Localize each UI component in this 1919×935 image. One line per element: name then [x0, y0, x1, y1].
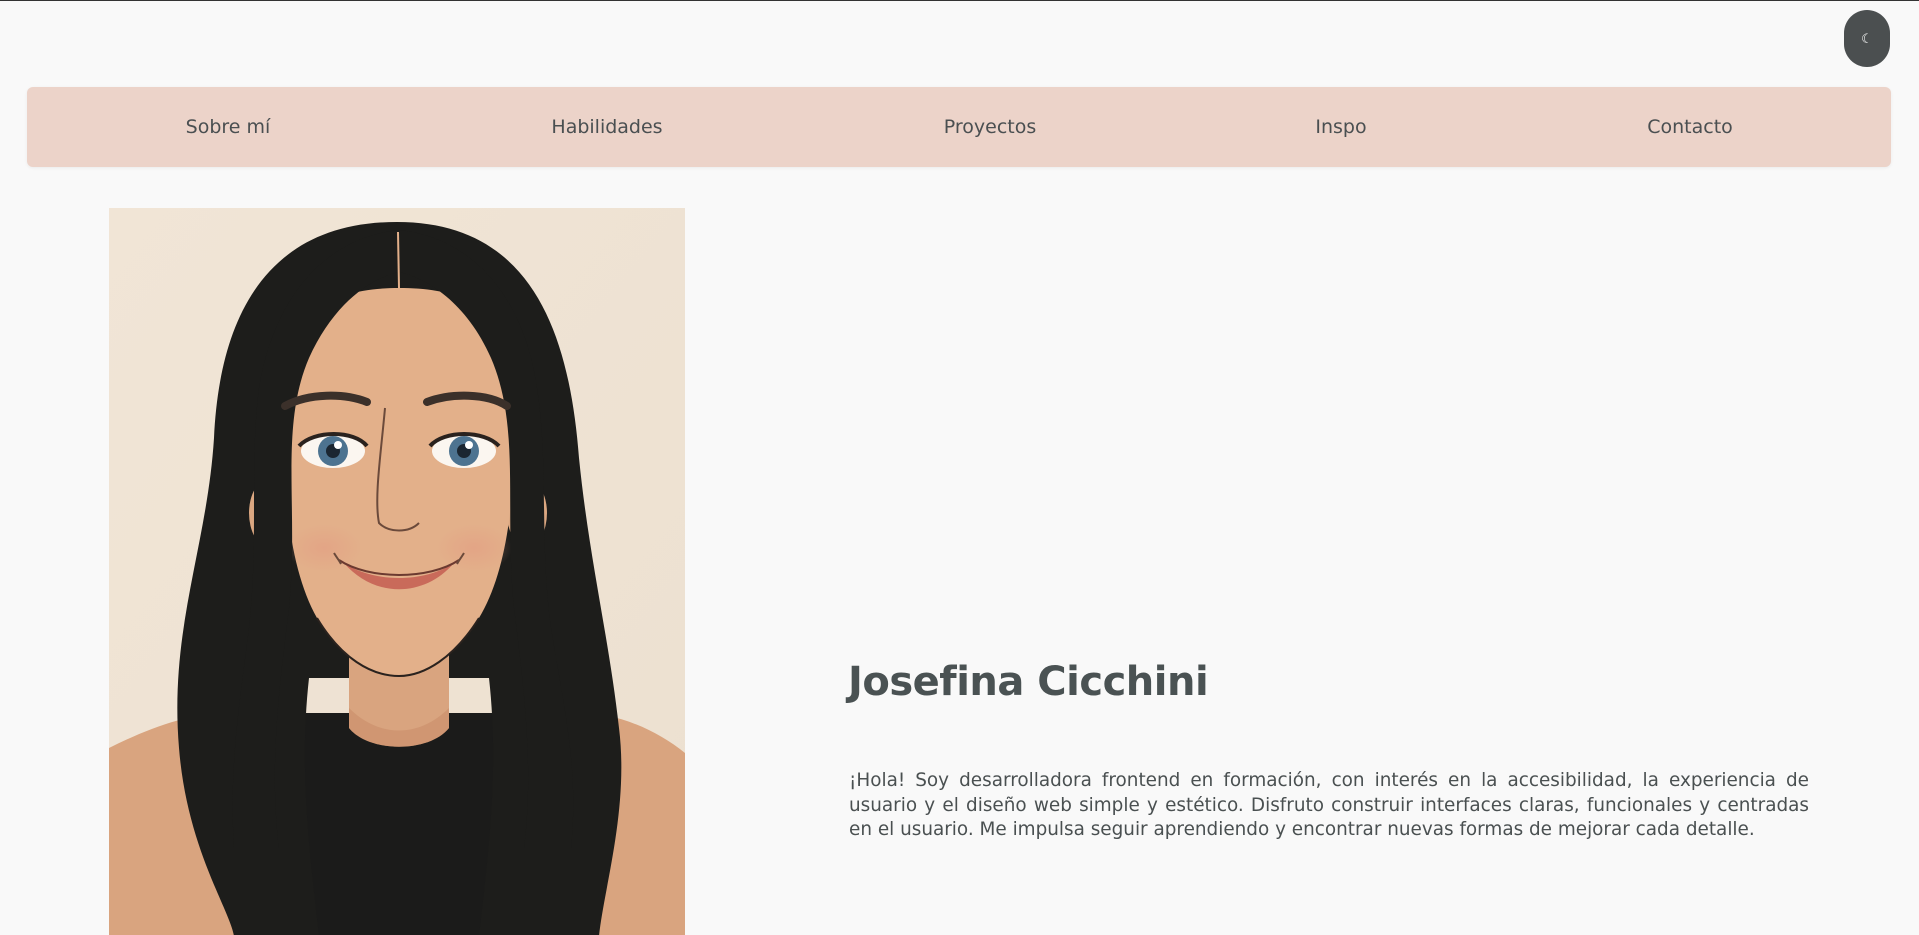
- moon-icon: ☾: [1861, 30, 1873, 46]
- profile-bio-text: ¡Hola! Soy desarrolladora frontend en fo…: [849, 770, 1809, 840]
- main-navbar: Sobre mí Habilidades Proyectos Inspo Con…: [27, 87, 1891, 167]
- profile-portrait-image: [109, 208, 685, 935]
- nav-item-inspo[interactable]: Inspo: [1315, 87, 1366, 167]
- nav-item-proyectos[interactable]: Proyectos: [944, 87, 1037, 167]
- nav-item-contacto[interactable]: Contacto: [1647, 87, 1733, 167]
- nav-item-habilidades[interactable]: Habilidades: [551, 87, 662, 167]
- nav-item-sobre-mi[interactable]: Sobre mí: [186, 87, 271, 167]
- profile-name-heading: Josefina Cicchini: [848, 659, 1209, 705]
- theme-toggle-button[interactable]: ☾: [1844, 10, 1890, 67]
